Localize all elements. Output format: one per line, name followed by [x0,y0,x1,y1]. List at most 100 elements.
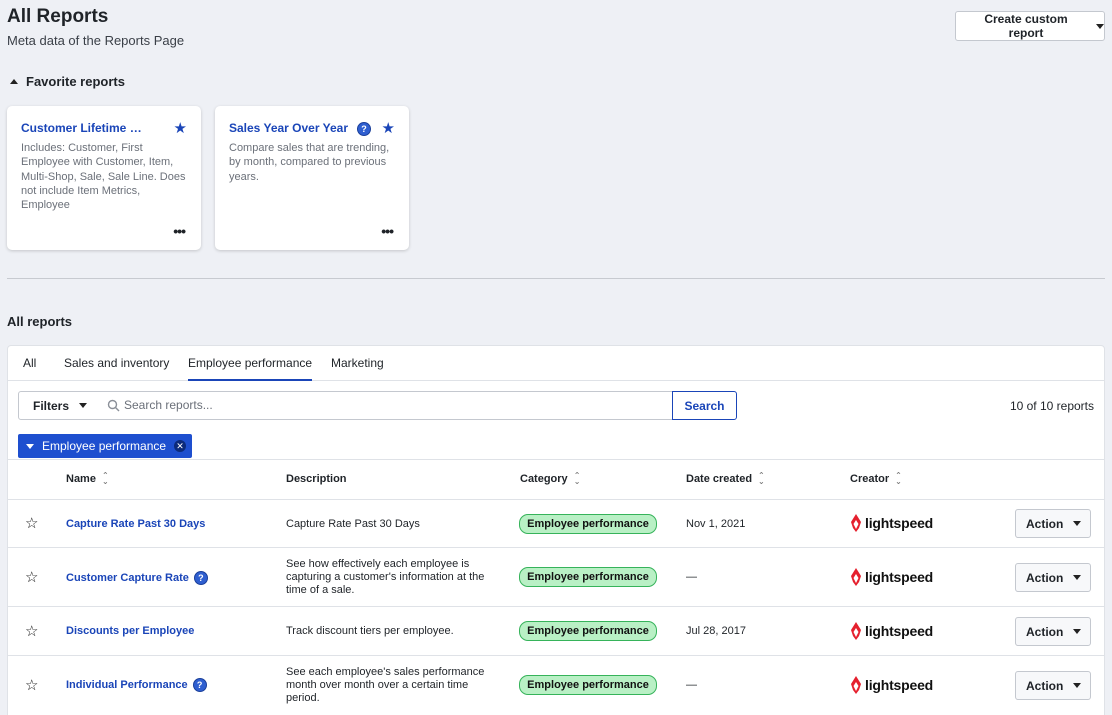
search-box [98,391,673,420]
sort-icon: ⌃ ⌄ [758,471,765,486]
chevron-down-icon [1073,683,1082,688]
category-badge: Employee performance [519,567,657,587]
help-icon[interactable]: ? [357,122,371,136]
column-header-date-created[interactable]: Date created ⌃ ⌄ [686,471,765,486]
date-created: — [686,571,697,583]
report-tabs: All Sales and inventory Employee perform… [8,346,1104,381]
action-button[interactable]: Action [1015,671,1091,700]
creator-logo: lightspeed [850,568,933,586]
table-header: Name ⌃ ⌄ Description Category ⌃ ⌄ Date creat… [8,459,1104,500]
report-name-link[interactable]: Capture Rate Past 30 Days [66,518,205,530]
more-options-icon[interactable]: ••• [381,224,394,238]
action-button[interactable]: Action [1015,563,1091,592]
report-name: Customer Capture Rate [66,572,189,584]
lightspeed-flame-icon [851,568,861,586]
date-created: — [686,679,697,691]
table-row: ☆ Individual Performance? See each emplo… [8,656,1104,714]
table-row: ☆ Capture Rate Past 30 Days Capture Rate… [8,500,1104,548]
action-label: Action [1026,678,1064,693]
category-badge: Employee performance [519,675,657,695]
reports-panel: All Sales and inventory Employee perform… [7,345,1105,715]
star-outline-icon[interactable]: ☆ [25,568,38,586]
action-label: Action [1026,516,1064,531]
favorite-card-title[interactable]: Sales Year Over Year [229,121,354,135]
star-filled-icon[interactable]: ★ [382,121,395,136]
column-header-name[interactable]: Name ⌃ ⌄ [66,471,109,486]
filter-chip-label: Employee performance [42,439,167,453]
action-label: Action [1026,570,1064,585]
caret-up-icon [10,79,18,84]
help-icon[interactable]: ? [193,571,208,585]
creator-name: lightspeed [865,569,934,585]
help-icon[interactable]: ? [192,678,207,692]
category-badge: Employee performance [519,621,657,641]
filters-button[interactable]: Filters [18,391,99,420]
chevron-down-icon [1073,521,1082,526]
lightspeed-flame-icon [851,514,861,532]
page-subtitle: Meta data of the Reports Page [7,33,185,48]
sort-icon: ⌃ ⌄ [573,471,581,486]
star-outline-icon[interactable]: ☆ [25,676,38,694]
table-row: ☆ Customer Capture Rate? See how effecti… [8,548,1104,607]
favorite-card[interactable]: Customer Lifetime V... ★ Includes: Custo… [7,106,201,250]
column-label: Name [66,473,96,485]
chevron-down-icon [1073,575,1082,580]
lightspeed-flame-icon [851,622,861,640]
lightspeed-flame-icon [851,676,861,694]
more-options-icon[interactable]: ••• [173,224,186,238]
favorite-card[interactable]: Sales Year Over Year ? ★ Compare sales t… [215,106,409,250]
creator-name: lightspeed [865,623,934,639]
chevron-down-icon [79,403,88,408]
action-button[interactable]: Action [1015,617,1091,646]
favorite-reports-toggle[interactable]: Favorite reports [10,74,125,89]
search-button[interactable]: Search [672,391,737,420]
column-header-creator[interactable]: Creator ⌃ ⌄ [850,471,902,486]
favorite-card-description: Compare sales that are trending, by mont… [229,142,390,183]
action-label: Action [1026,624,1064,639]
close-icon[interactable]: ✕ [174,440,187,452]
report-description: Capture Rate Past 30 Days [286,518,420,530]
creator-logo: lightspeed [850,676,933,694]
column-label: Category [520,473,568,485]
tab-sales-and-inventory[interactable]: Sales and inventory [64,356,169,379]
creator-logo: lightspeed [850,622,933,640]
active-filter-chip[interactable]: Employee performance ✕ [18,434,193,458]
sort-icon: ⌃ ⌄ [895,471,902,486]
report-name-link[interactable]: Discounts per Employee [66,625,194,637]
column-label: Creator [850,473,890,485]
report-description: Track discount tiers per employee. [286,625,454,637]
category-badge: Employee performance [519,514,657,534]
date-created: Nov 1, 2021 [686,518,746,530]
column-header-description: Description [286,473,347,485]
sort-icon: ⌃ ⌄ [101,471,109,486]
creator-name: lightspeed [865,677,934,693]
report-name-link[interactable]: Individual Performance? [66,678,207,692]
report-name: Capture Rate Past 30 Days [66,518,206,530]
section-divider [7,278,1105,279]
table-row: ☆ Discounts per Employee Track discount … [8,607,1104,656]
chevron-down-icon [26,443,34,449]
chevron-down-icon [1096,23,1104,29]
report-name: Discounts per Employee [66,625,195,637]
favorite-card-description: Includes: Customer, First Employee with … [21,142,186,212]
tab-employee-performance[interactable]: Employee performance [188,356,313,381]
creator-name: lightspeed [865,515,934,531]
report-name: Individual Performance [66,679,188,691]
report-name-link[interactable]: Customer Capture Rate? [66,571,208,585]
action-button[interactable]: Action [1015,509,1091,538]
star-filled-icon[interactable]: ★ [174,121,187,136]
report-count: 10 of 10 reports [1009,399,1094,413]
create-custom-report-button[interactable]: Create custom report [955,11,1105,41]
favorite-card-title[interactable]: Customer Lifetime V... [21,121,146,135]
all-reports-heading: All reports [7,314,73,329]
column-header-category[interactable]: Category ⌃ ⌄ [520,471,581,486]
column-label: Description [286,473,347,485]
page-title: All Reports [7,6,109,27]
star-outline-icon[interactable]: ☆ [25,622,38,640]
search-input[interactable] [124,398,654,412]
tab-marketing[interactable]: Marketing [331,356,384,379]
tab-all[interactable]: All [23,356,36,379]
report-description: See each employee's sales performance mo… [286,666,485,704]
report-description: See how effectively each employee is cap… [286,558,485,596]
star-outline-icon[interactable]: ☆ [25,514,38,532]
